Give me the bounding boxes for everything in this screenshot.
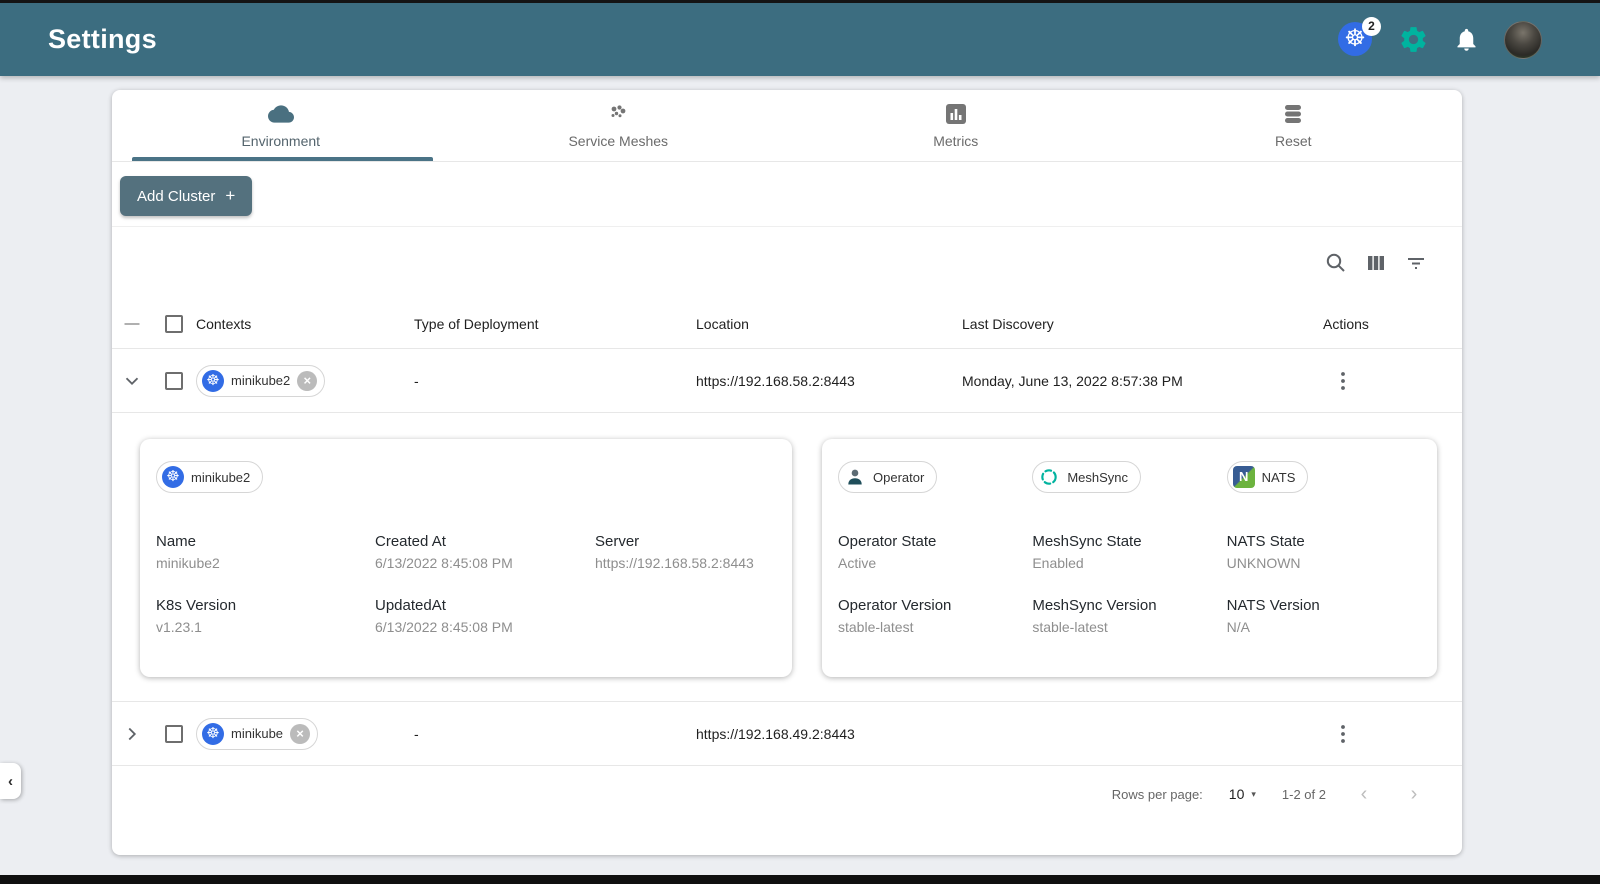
filter-icon[interactable] (1404, 251, 1428, 275)
collapse-row-button[interactable] (112, 370, 152, 392)
field-server: Server https://192.168.58.2:8443 (595, 533, 754, 571)
nats-logo-icon: N (1232, 466, 1255, 488)
field-operator-state: Operator State Active (838, 533, 937, 571)
window-bottom-edge (0, 875, 1600, 884)
operator-detail-card: Operator MeshSync N NATS Operator State … (822, 439, 1437, 677)
cloud-icon (267, 102, 294, 126)
tab-environment[interactable]: Environment (112, 90, 450, 161)
plus-icon: + (225, 186, 236, 205)
row-checkbox[interactable] (165, 371, 183, 390)
kubernetes-contexts-button[interactable]: ☸ 2 (1338, 16, 1381, 58)
field-updated-at: UpdatedAt 6/13/2022 8:45:08 PM (375, 597, 513, 635)
last-discovery-cell: Monday, June 13, 2022 8:57:38 PM (962, 372, 1183, 389)
meshsync-spinner-icon (1038, 466, 1060, 488)
meshsync-chip: MeshSync (1032, 461, 1142, 493)
expanded-row-panel: ☸ minikube2 Name minikube2 Created At 6/… (112, 413, 1462, 702)
type-of-deployment-cell: - (414, 372, 419, 389)
database-icon (1281, 102, 1305, 126)
column-header-location: Location (696, 315, 749, 332)
expand-row-button[interactable] (112, 723, 152, 745)
table-pagination: Rows per page: 10 ▾ 1-2 of 2 ‹ › (112, 766, 1462, 822)
field-nats-state: NATS State UNKNOWN (1226, 533, 1305, 571)
user-avatar[interactable] (1504, 20, 1542, 59)
search-icon[interactable] (1324, 251, 1348, 275)
context-chip[interactable]: ☸ minikube × (196, 717, 319, 750)
row-checkbox[interactable] (165, 724, 183, 743)
cluster-chip-label: minikube2 (191, 469, 251, 485)
settings-card: Environment Service Meshes Metrics Reset (112, 90, 1462, 855)
previous-page-button[interactable]: ‹ (1352, 783, 1376, 806)
operator-chip: Operator (838, 461, 938, 493)
location-cell: https://192.168.49.2:8443 (696, 725, 855, 742)
context-chip-label: minikube2 (231, 373, 291, 388)
view-columns-icon[interactable] (1364, 251, 1388, 275)
settings-tabs: Environment Service Meshes Metrics Reset (112, 90, 1462, 162)
context-chip[interactable]: ☸ minikube2 × (196, 364, 326, 397)
rows-per-page-label: Rows per page: (1111, 786, 1203, 802)
field-name: Name minikube2 (156, 533, 220, 571)
kubernetes-icon: ☸ (162, 466, 184, 488)
field-meshsync-state: MeshSync State Enabled (1032, 533, 1142, 571)
field-operator-version: Operator Version stable-latest (838, 597, 952, 635)
tab-label: Reset (1274, 133, 1312, 149)
location-cell: https://192.168.58.2:8443 (696, 372, 855, 389)
tab-service-meshes[interactable]: Service Meshes (450, 90, 788, 161)
row-actions-menu-icon[interactable] (1331, 723, 1355, 745)
settings-gear-icon[interactable] (1398, 24, 1429, 55)
add-cluster-button[interactable]: Add Cluster + (120, 176, 253, 216)
tab-metrics[interactable]: Metrics (787, 90, 1125, 161)
context-chip-label: minikube (231, 726, 284, 741)
nats-chip: N NATS (1226, 461, 1309, 493)
header-actions: ☸ 2 (1338, 16, 1600, 59)
field-meshsync-version: MeshSync Version stable-latest (1032, 597, 1157, 635)
app-header: Settings ☸ 2 (0, 3, 1600, 76)
table-row: ☸ minikube2 × - https://192.168.58.2:844… (112, 349, 1462, 413)
collapse-all-icon[interactable]: — (125, 315, 140, 332)
column-header-contexts: Contexts (196, 315, 252, 332)
column-header-type: Type of Deployment (414, 315, 539, 332)
pagination-range: 1-2 of 2 (1281, 786, 1326, 802)
tab-reset[interactable]: Reset (1125, 90, 1463, 161)
select-all-checkbox[interactable] (165, 314, 183, 333)
tab-label: Environment (241, 133, 321, 149)
operator-chip-label: Operator (873, 469, 925, 485)
notifications-bell-icon[interactable] (1453, 26, 1480, 53)
bar-chart-icon (944, 102, 968, 126)
window-top-edge (0, 0, 1600, 3)
field-k8s-version: K8s Version v1.23.1 (156, 597, 237, 635)
column-header-actions: Actions (1323, 315, 1369, 332)
table-toolbar (112, 227, 1462, 299)
kubernetes-icon: ☸ (202, 722, 224, 745)
page-title: Settings (48, 24, 157, 54)
kubernetes-icon: ☸ (202, 369, 224, 392)
type-of-deployment-cell: - (414, 725, 419, 742)
service-mesh-icon (606, 102, 630, 126)
field-created-at: Created At 6/13/2022 8:45:08 PM (375, 533, 513, 571)
add-cluster-label: Add Cluster (137, 187, 216, 205)
next-page-button[interactable]: › (1402, 783, 1426, 806)
table-row: ☸ minikube × - https://192.168.49.2:8443 (112, 702, 1462, 766)
rows-per-page-value: 10 (1228, 786, 1245, 802)
add-cluster-row: Add Cluster + (112, 162, 1462, 227)
rows-per-page-select[interactable]: 10 ▾ (1229, 786, 1256, 802)
chip-delete-icon[interactable]: × (290, 723, 311, 744)
table-header-row: — Contexts Type of Deployment Location L… (112, 299, 1462, 349)
field-nats-version: NATS Version N/A (1226, 597, 1320, 635)
caret-down-icon: ▾ (1251, 788, 1256, 799)
operator-person-icon (844, 466, 866, 488)
cluster-detail-card: ☸ minikube2 Name minikube2 Created At 6/… (140, 439, 792, 677)
column-header-last-discovery: Last Discovery (962, 315, 1054, 332)
tab-label: Metrics (933, 133, 979, 149)
nats-chip-label: NATS (1261, 469, 1296, 485)
meshsync-chip-label: MeshSync (1067, 469, 1129, 485)
chip-delete-icon[interactable]: × (297, 370, 318, 391)
tab-label: Service Meshes (568, 133, 669, 149)
row-actions-menu-icon[interactable] (1331, 370, 1355, 392)
context-count-badge: 2 (1362, 16, 1381, 36)
sidebar-collapse-button[interactable]: ‹ (0, 763, 21, 799)
cluster-chip: ☸ minikube2 (156, 461, 264, 493)
active-tab-indicator (132, 157, 433, 161)
